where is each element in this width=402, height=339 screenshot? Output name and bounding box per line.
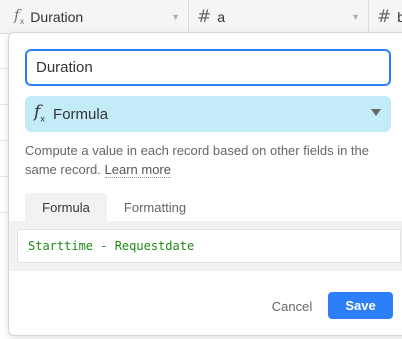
- field-name-input[interactable]: [25, 49, 391, 86]
- chevron-down-icon[interactable]: ▼: [171, 12, 180, 22]
- chevron-down-icon[interactable]: ▼: [351, 12, 360, 22]
- save-button[interactable]: Save: [328, 292, 393, 319]
- config-tabs: Formula Formatting: [25, 193, 401, 221]
- field-config-popup: fx Formula Compute a value in each recor…: [8, 32, 402, 336]
- cancel-button[interactable]: Cancel: [261, 291, 323, 321]
- number-icon: #: [197, 6, 212, 27]
- column-header-a[interactable]: # a ▼: [189, 0, 369, 33]
- tab-formatting[interactable]: Formatting: [109, 193, 201, 221]
- column-header-duration[interactable]: fx Duration ▼: [0, 0, 189, 33]
- learn-more-link[interactable]: Learn more: [104, 162, 171, 178]
- formula-editor[interactable]: Starttime - Requestdate: [17, 229, 401, 263]
- column-label: a: [217, 8, 226, 25]
- column-label: Duration: [30, 8, 84, 25]
- field-type-description: Compute a value in each record based on …: [25, 141, 395, 179]
- grid-header: fx Duration ▼ # a ▼ # b: [0, 0, 402, 34]
- formula-icon: fx: [14, 5, 25, 26]
- number-icon: #: [377, 6, 392, 27]
- description-text: Compute a value in each record based on …: [25, 143, 369, 177]
- chevron-down-icon: [371, 109, 381, 116]
- column-header-b[interactable]: # b: [369, 0, 402, 33]
- tab-formula[interactable]: Formula: [25, 193, 107, 221]
- column-label: b: [397, 8, 402, 25]
- field-type-label: Formula: [53, 105, 109, 123]
- formula-icon: fx: [34, 102, 46, 124]
- field-type-select[interactable]: fx Formula: [25, 96, 391, 132]
